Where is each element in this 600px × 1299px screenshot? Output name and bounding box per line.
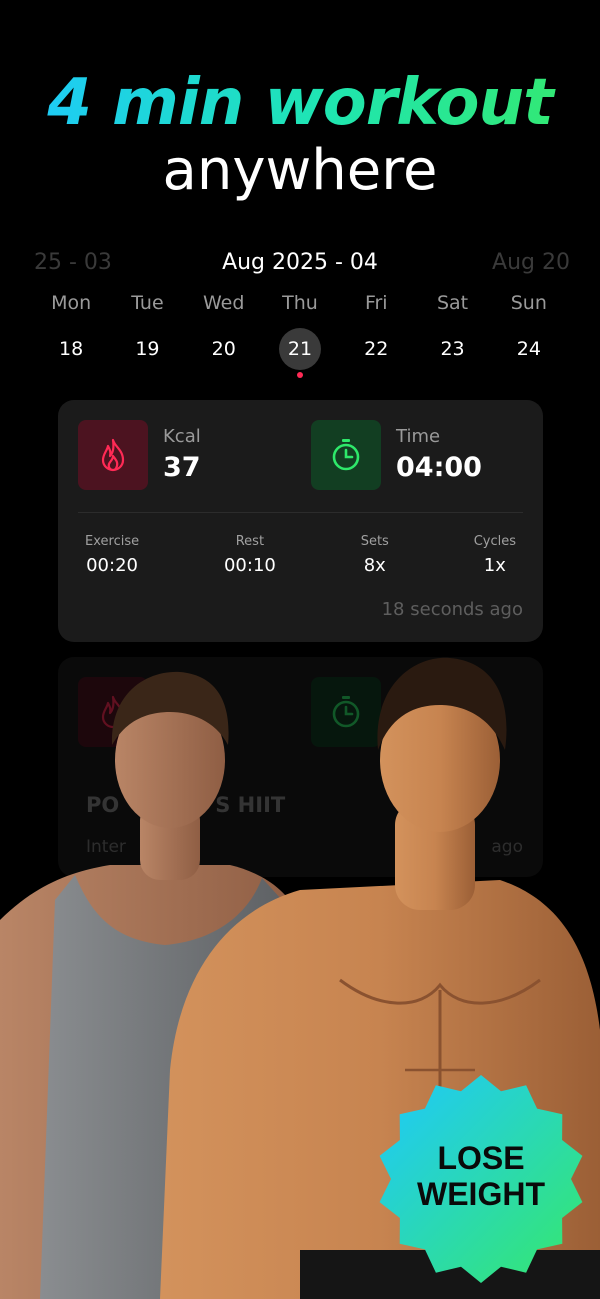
date-row: 18 19 20 21 22 23 24: [33, 328, 567, 370]
stat-label: Rest: [235, 534, 265, 549]
stat-value: 8x: [363, 555, 386, 576]
date-item-selected[interactable]: 21: [262, 328, 338, 370]
badge-line2: WEIGHT: [417, 1176, 545, 1212]
workout-stats-row: Exercise 00:20 Rest 00:10 Sets 8x Cycles…: [85, 534, 516, 576]
kcal-label: Kcal: [163, 426, 201, 447]
stat-label: Cycles: [473, 534, 516, 549]
weekday-label: Mon: [51, 292, 92, 314]
exercise-stat: Exercise 00:20: [85, 534, 139, 576]
rest-stat: Rest 00:10: [224, 534, 276, 576]
date-item[interactable]: 19: [109, 338, 185, 370]
weekday-label: Thu: [282, 292, 318, 314]
time-value: 04:00: [396, 452, 482, 483]
hero-title: 4 min workout: [0, 66, 600, 140]
timestamp: 18 seconds ago: [381, 599, 523, 620]
stat-label: Sets: [360, 534, 389, 549]
hero-subtitle: anywhere: [162, 138, 438, 203]
sets-stat: Sets 8x: [361, 534, 389, 576]
date-item[interactable]: 20: [186, 338, 262, 370]
stat-label: Exercise: [85, 534, 140, 549]
stat-value: 1x: [483, 555, 506, 576]
card-divider: [78, 512, 523, 513]
stat-value: 00:20: [86, 555, 138, 576]
badge-line1: LOSE: [437, 1140, 525, 1176]
weekday-row: Mon Tue Wed Thu Fri Sat Sun: [33, 292, 567, 314]
cycles-stat: Cycles 1x: [474, 534, 516, 576]
date-item[interactable]: 22: [338, 338, 414, 370]
weekday-label: Tue: [131, 292, 164, 314]
weekday-label: Sat: [436, 292, 469, 314]
date-item[interactable]: 18: [33, 338, 109, 370]
date-item[interactable]: 23: [414, 338, 490, 370]
time-label: Time: [396, 426, 441, 447]
selected-date: 21: [278, 328, 321, 370]
weekday-label: Sun: [510, 292, 547, 314]
fire-icon: [78, 420, 148, 490]
stat-value: 00:10: [223, 555, 276, 576]
weekday-label: Wed: [202, 292, 245, 314]
calendar-next-month[interactable]: Aug 20: [492, 250, 570, 275]
kcal-value: 37: [163, 452, 201, 483]
stopwatch-icon: [311, 420, 381, 490]
workout-card[interactable]: Kcal 37 Time 04:00 Exercise 00:20 Rest 0…: [58, 400, 543, 642]
selected-indicator-dot: [297, 372, 303, 378]
weekday-label: Fri: [364, 292, 388, 314]
badge-label: LOSE WEIGHT: [375, 1140, 587, 1212]
date-item[interactable]: 24: [491, 338, 567, 370]
